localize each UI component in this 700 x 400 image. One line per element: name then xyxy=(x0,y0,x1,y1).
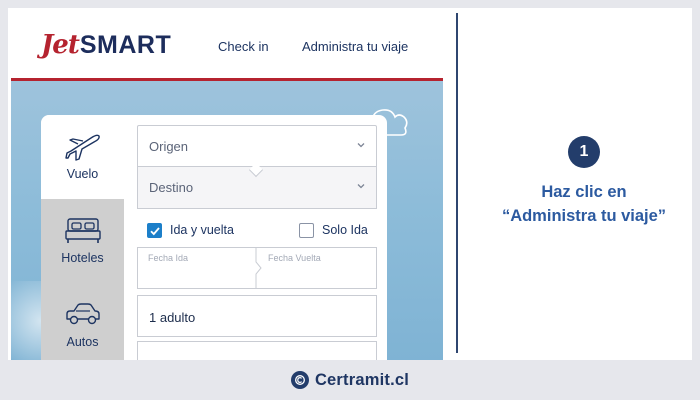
instruction-panel: 1 Haz clic en “Administra tu viaje” xyxy=(460,8,692,360)
checkmark-icon xyxy=(150,226,160,235)
next-form-field[interactable] xyxy=(137,341,377,360)
chevron-down-icon xyxy=(357,184,365,189)
fecha-ida-label: Fecha Ida xyxy=(148,253,189,263)
certramit-brand-text: Certramit.cl xyxy=(314,370,410,389)
passengers-value: 1 adulto xyxy=(149,310,196,325)
origen-placeholder: Origen xyxy=(149,139,189,154)
checkbox-checked[interactable] xyxy=(147,222,162,238)
car-icon xyxy=(65,303,100,325)
origen-select[interactable]: Origen xyxy=(137,125,377,167)
nav-administra-tu-viaje-link[interactable]: Administra tu viaje xyxy=(302,39,408,54)
nav-check-in-link[interactable]: Check in xyxy=(218,39,269,54)
website-screenshot: Jet SMART Check in Administra tu viaje V… xyxy=(11,8,443,360)
ida-y-vuelta-label: Ida y vuelta xyxy=(170,223,234,237)
product-tabs: Vuelo Hoteles Autos xyxy=(41,115,124,360)
tab-hoteles[interactable]: Hoteles xyxy=(41,199,124,283)
instruction-text: Haz clic en “Administra tu viaje” xyxy=(460,180,692,228)
bed-icon xyxy=(64,218,101,243)
tab-autos-label: Autos xyxy=(66,335,99,349)
jetsmart-logo[interactable]: Jet SMART xyxy=(41,30,171,64)
search-widget: Vuelo Hoteles Autos Origen Destino Ida y… xyxy=(41,115,387,360)
instruction-line-1: Haz clic en xyxy=(541,183,627,201)
fecha-vuelta-field[interactable]: Fecha Vuelta xyxy=(258,248,376,288)
certramit-logo-icon xyxy=(290,371,309,389)
checkbox-unchecked[interactable] xyxy=(299,222,314,238)
tutorial-card: Jet SMART Check in Administra tu viaje V… xyxy=(8,8,692,360)
hero-background: Vuelo Hoteles Autos Origen Destino Ida y… xyxy=(11,81,443,360)
logo-jet-text: Jet xyxy=(41,30,80,60)
fecha-ida-field[interactable]: Fecha Ida xyxy=(138,248,258,288)
fecha-vuelta-label: Fecha Vuelta xyxy=(268,253,321,263)
plane-icon xyxy=(64,134,100,161)
tab-hoteles-label: Hoteles xyxy=(61,251,104,265)
site-header: Jet SMART Check in Administra tu viaje xyxy=(11,8,443,81)
chevron-down-icon xyxy=(357,143,365,148)
date-picker: Fecha Ida Fecha Vuelta xyxy=(137,247,377,289)
vertical-divider xyxy=(456,13,458,353)
passengers-select[interactable]: 1 adulto xyxy=(137,295,377,337)
footer-brand: Certramit.cl xyxy=(0,360,700,400)
solo-ida-label: Solo Ida xyxy=(322,223,368,237)
tab-vuelo[interactable]: Vuelo xyxy=(41,115,124,199)
ida-y-vuelta-checkbox[interactable]: Ida y vuelta xyxy=(147,221,234,239)
solo-ida-checkbox[interactable]: Solo Ida xyxy=(299,221,368,239)
step-number-badge: 1 xyxy=(568,136,600,168)
logo-smart-text: SMART xyxy=(79,31,172,59)
destino-placeholder: Destino xyxy=(149,180,194,195)
tab-vuelo-label: Vuelo xyxy=(66,167,99,181)
tab-autos[interactable]: Autos xyxy=(41,283,124,360)
instruction-line-2: “Administra tu viaje” xyxy=(501,207,667,225)
